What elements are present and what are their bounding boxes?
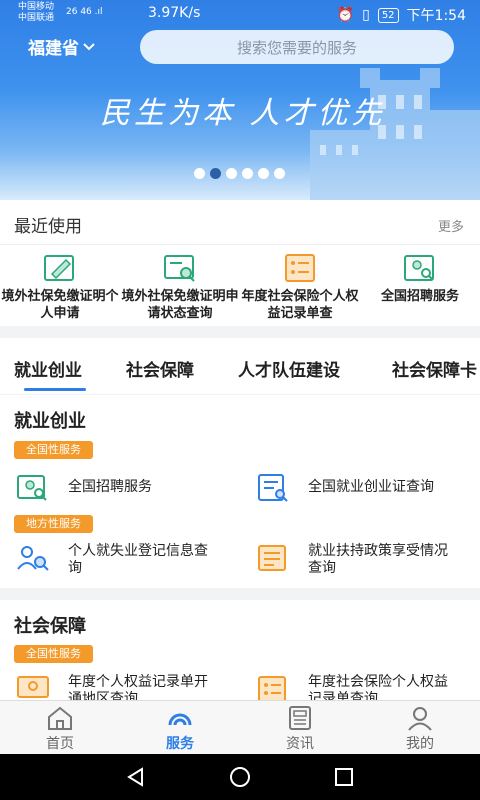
carousel-dot-active[interactable] (210, 168, 221, 179)
section-social-security: 社会保障 全国性服务 年度个人权益记录单开通地区查询 年度社会保险个人权益记录单… (0, 600, 480, 700)
section-employment: 就业创业 全国性服务 全国招聘服务 全国就业创业证查询 地方性服务 个人就失业登… (0, 395, 480, 588)
home-circle-icon[interactable] (229, 766, 251, 788)
recent-item-label: 全国招聘服务 (380, 289, 459, 304)
service-item[interactable]: 年度个人权益记录单开通地区查询 (16, 674, 236, 700)
service-label: 全国就业创业证查询 (308, 479, 434, 495)
section-title: 社会保障 (14, 616, 86, 637)
recent-item[interactable]: 境外社保免缴证明申请状态查询 (120, 252, 240, 322)
bottom-nav: 首页 服务 资讯 我的 (0, 700, 480, 754)
search-input[interactable]: 搜索您需要的服务 (140, 30, 454, 64)
status-badge: 全国性服务 (14, 441, 93, 459)
category-tabs: 就业创业 社会保障 人才队伍建设 社会保障卡 (0, 338, 480, 394)
carousel-dot[interactable] (274, 168, 285, 179)
news-icon (289, 706, 311, 730)
recent-item-label: 境外社保免缴证明申请状态查询 (121, 289, 239, 321)
checklist-icon (285, 254, 315, 282)
chevron-down-icon (83, 42, 95, 50)
search-doc-icon (164, 255, 195, 282)
recent-item-label: 年度社会保险个人权益记录单查 (241, 289, 359, 321)
doc-search-icon (258, 474, 288, 502)
tab-social-security[interactable]: 社会保障 (126, 356, 194, 381)
network-speed: 3.97K/s (148, 5, 201, 21)
carousel-dot[interactable] (242, 168, 253, 179)
battery-icon: 52 (377, 7, 399, 23)
service-label: 个人就失业登记信息查询 (68, 543, 208, 576)
section-title: 就业创业 (14, 411, 86, 432)
status-badge: 全国性服务 (14, 645, 93, 663)
doc-list-icon (258, 545, 286, 571)
service-item[interactable]: 全国招聘服务 (16, 473, 236, 503)
monitor-icon (17, 676, 49, 698)
status-badge: 地方性服务 (14, 515, 93, 533)
divider (0, 244, 480, 245)
recent-item[interactable]: 年度社会保险个人权益记录单查 (240, 252, 360, 322)
recent-title: 最近使用 (14, 217, 82, 237)
carrier-1: 中国移动 (18, 2, 55, 12)
home-icon (48, 706, 72, 730)
carousel-dots (194, 168, 285, 179)
service-item[interactable]: 年度社会保险个人权益记录单查询 (256, 674, 468, 700)
carrier-2: 中国联通 (18, 13, 55, 23)
nav-mine[interactable]: 我的 (360, 701, 480, 754)
service-label: 就业扶持政策享受情况查询 (308, 543, 448, 576)
service-label: 年度个人权益记录单开通地区查询 (68, 674, 208, 700)
province-label: 福建省 (28, 39, 79, 59)
edit-doc-icon (44, 255, 74, 281)
system-nav-bar (0, 754, 480, 800)
alarm-icon: ⏰ (336, 7, 355, 23)
recent-list: 境外社保免缴证明个人申请 境外社保免缴证明申请状态查询 年度社会保险个人权益记录… (0, 252, 480, 322)
status-bar: 中国移动 中国联通 26 46 .ıl 3.97K/s ⏰ ▯ 52 下午1:5… (0, 0, 480, 28)
recents-icon[interactable] (333, 766, 355, 788)
service-icon (168, 713, 192, 726)
nav-service[interactable]: 服务 (120, 701, 240, 754)
signal-icon: 26 46 .ıl (66, 7, 103, 17)
nav-label: 资讯 (286, 736, 314, 752)
service-label: 全国招聘服务 (68, 479, 152, 495)
recent-item[interactable]: 境外社保免缴证明个人申请 (0, 252, 120, 322)
nav-label: 首页 (46, 736, 74, 752)
carousel-dot[interactable] (226, 168, 237, 179)
carousel-dot[interactable] (194, 168, 205, 179)
more-link[interactable]: 更多 (438, 216, 464, 235)
vibrate-icon: ▯ (362, 7, 370, 23)
service-item[interactable]: 个人就失业登记信息查询 (16, 543, 236, 577)
nav-news[interactable]: 资讯 (240, 701, 360, 754)
nav-label: 我的 (406, 736, 434, 752)
search-placeholder: 搜索您需要的服务 (236, 38, 357, 57)
recent-section: 最近使用 更多 境外社保免缴证明个人申请 境外社保免缴证明申请状态查询 年度社会… (0, 200, 480, 326)
recent-item-label: 境外社保免缴证明个人申请 (1, 289, 119, 321)
carrier-label: 中国移动 中国联通 (18, 2, 54, 24)
service-item[interactable]: 就业扶持政策享受情况查询 (256, 543, 468, 577)
province-selector[interactable]: 福建省 (28, 34, 95, 59)
service-label: 年度社会保险个人权益记录单查询 (308, 674, 448, 700)
clock: 下午1:54 (406, 8, 466, 24)
recent-item[interactable]: 全国招聘服务 (360, 252, 480, 322)
tab-underline (24, 388, 86, 391)
person-search-icon (404, 255, 434, 281)
nav-label: 服务 (166, 736, 194, 752)
tab-employment[interactable]: 就业创业 (14, 356, 82, 381)
tab-social-card[interactable]: 社会保障卡 (392, 356, 477, 381)
user-icon (408, 707, 432, 731)
checklist-icon (258, 676, 286, 700)
nav-home[interactable]: 首页 (0, 701, 120, 754)
hero-banner[interactable]: 中国移动 中国联通 26 46 .ıl 3.97K/s ⏰ ▯ 52 下午1:5… (0, 0, 480, 200)
tab-talent[interactable]: 人才队伍建设 (238, 356, 340, 381)
status-right: ⏰ ▯ 52 下午1:54 (337, 5, 466, 25)
person-search-icon (17, 475, 47, 501)
service-item[interactable]: 全国就业创业证查询 (256, 473, 468, 503)
carousel-dot[interactable] (258, 168, 269, 179)
back-icon[interactable] (125, 766, 147, 788)
banner-slogan: 民生为本 人才优先 (100, 96, 386, 131)
people-search-icon (17, 546, 49, 571)
top-bar: 福建省 搜索您需要的服务 (0, 28, 480, 66)
